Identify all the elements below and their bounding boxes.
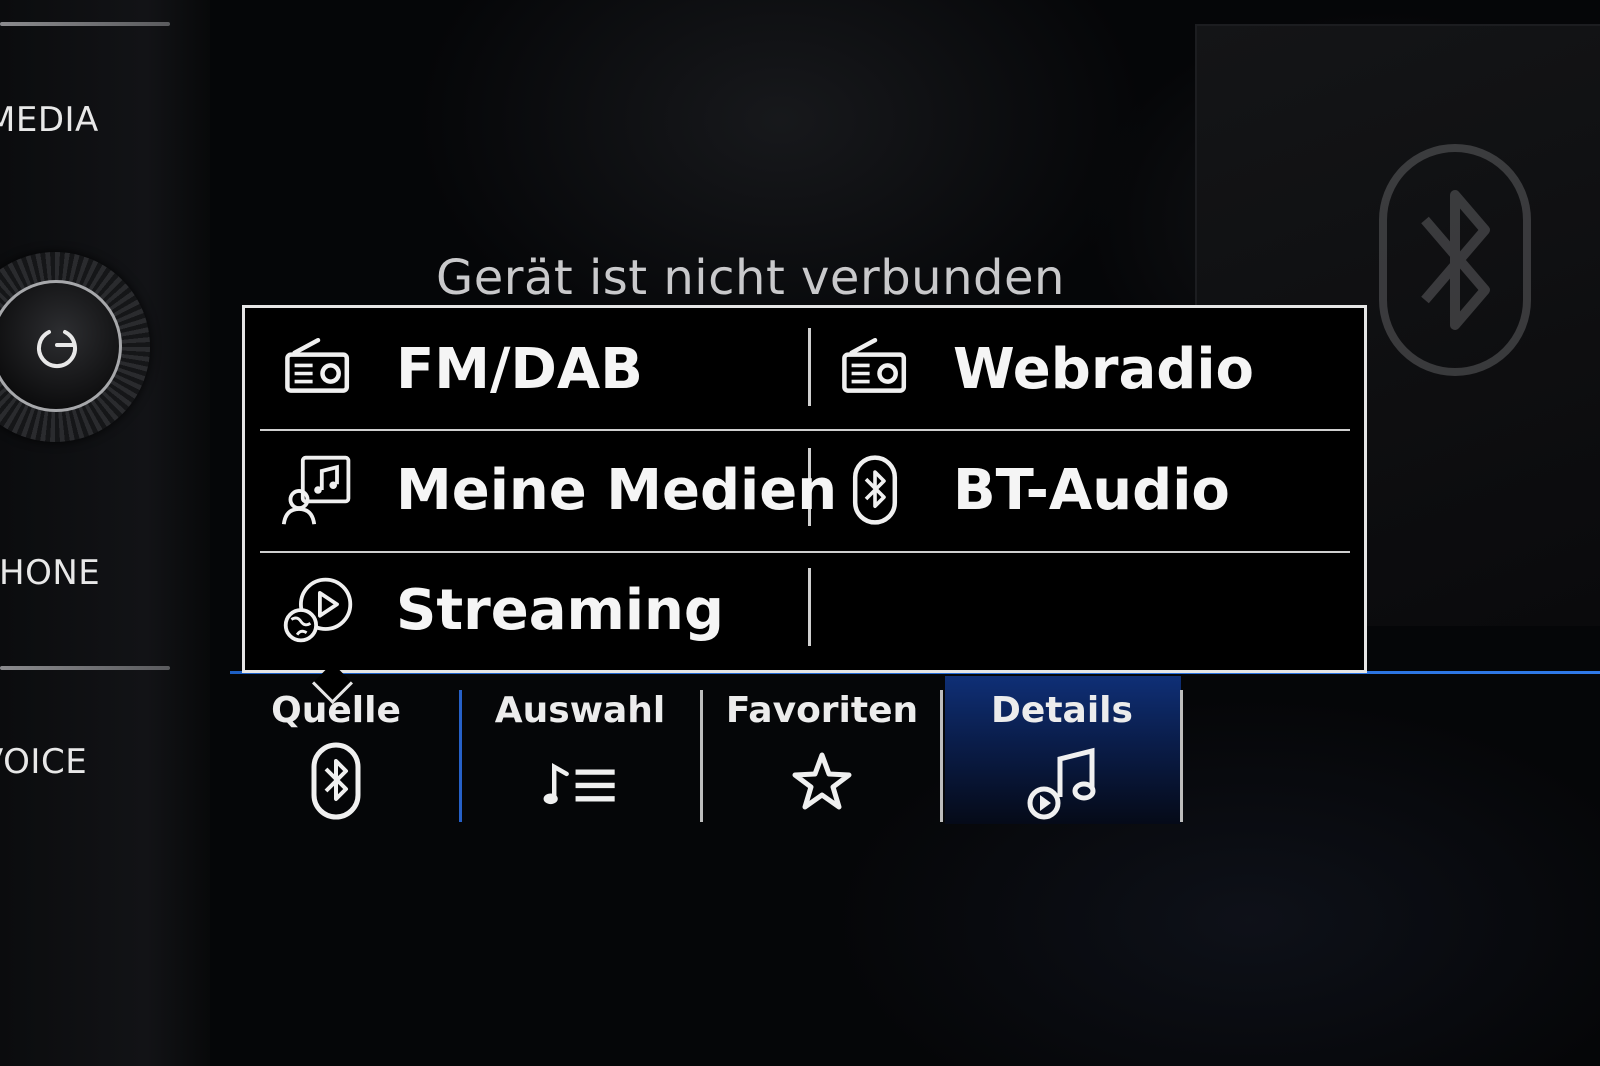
source-menu-popup: FM/DAB Webradio Meine Medien BT-Audio St…	[242, 305, 1367, 673]
tab-label: Details	[991, 690, 1133, 731]
source-item-empty	[835, 555, 1335, 665]
bluetooth-icon	[852, 455, 898, 525]
divider	[1180, 690, 1183, 822]
playlist-icon	[543, 762, 615, 805]
media-button[interactable]: MEDIA	[0, 100, 99, 140]
my-media-icon	[281, 455, 351, 525]
radio-icon	[842, 337, 907, 393]
tab-auswahl[interactable]: Auswahl	[460, 678, 700, 823]
tab-favoriten[interactable]: Favoriten	[702, 678, 942, 823]
phone-button[interactable]: PHONE	[0, 553, 100, 593]
tab-label: Auswahl	[494, 690, 666, 731]
divider	[808, 328, 811, 406]
side-button-strip: MEDIA PHONE VOICE	[0, 0, 210, 1066]
music-note-icon	[1027, 747, 1096, 820]
source-item-label: BT-Audio	[953, 457, 1230, 523]
tab-details[interactable]: Details	[942, 678, 1182, 823]
source-item-label: FM/DAB	[396, 336, 643, 402]
source-item-streaming[interactable]: Streaming	[278, 555, 724, 665]
star-icon	[792, 752, 852, 810]
divider	[260, 429, 1350, 431]
source-item-bt-audio[interactable]: BT-Audio	[835, 435, 1230, 545]
source-item-label: Streaming	[396, 577, 724, 643]
radio-icon	[285, 337, 350, 393]
streaming-icon	[283, 577, 353, 643]
source-item-webradio[interactable]: Webradio	[835, 314, 1254, 424]
power-icon	[37, 330, 77, 369]
tab-label: Favoriten	[725, 690, 919, 731]
source-item-fm-dab[interactable]: FM/DAB	[278, 314, 643, 424]
divider	[260, 551, 1350, 553]
divider	[0, 666, 170, 670]
voice-button[interactable]: VOICE	[0, 742, 87, 782]
knob-cap	[0, 280, 122, 412]
source-item-label: Meine Medien	[396, 457, 838, 523]
volume-knob[interactable]	[0, 252, 150, 442]
source-item-my-media[interactable]: Meine Medien	[278, 435, 837, 545]
connection-status-text: Gerät ist nicht verbunden	[436, 250, 1065, 306]
bluetooth-icon	[1379, 144, 1531, 376]
divider	[808, 568, 811, 646]
divider	[0, 22, 170, 26]
bluetooth-icon	[311, 742, 361, 820]
source-item-label: Webradio	[953, 336, 1254, 402]
